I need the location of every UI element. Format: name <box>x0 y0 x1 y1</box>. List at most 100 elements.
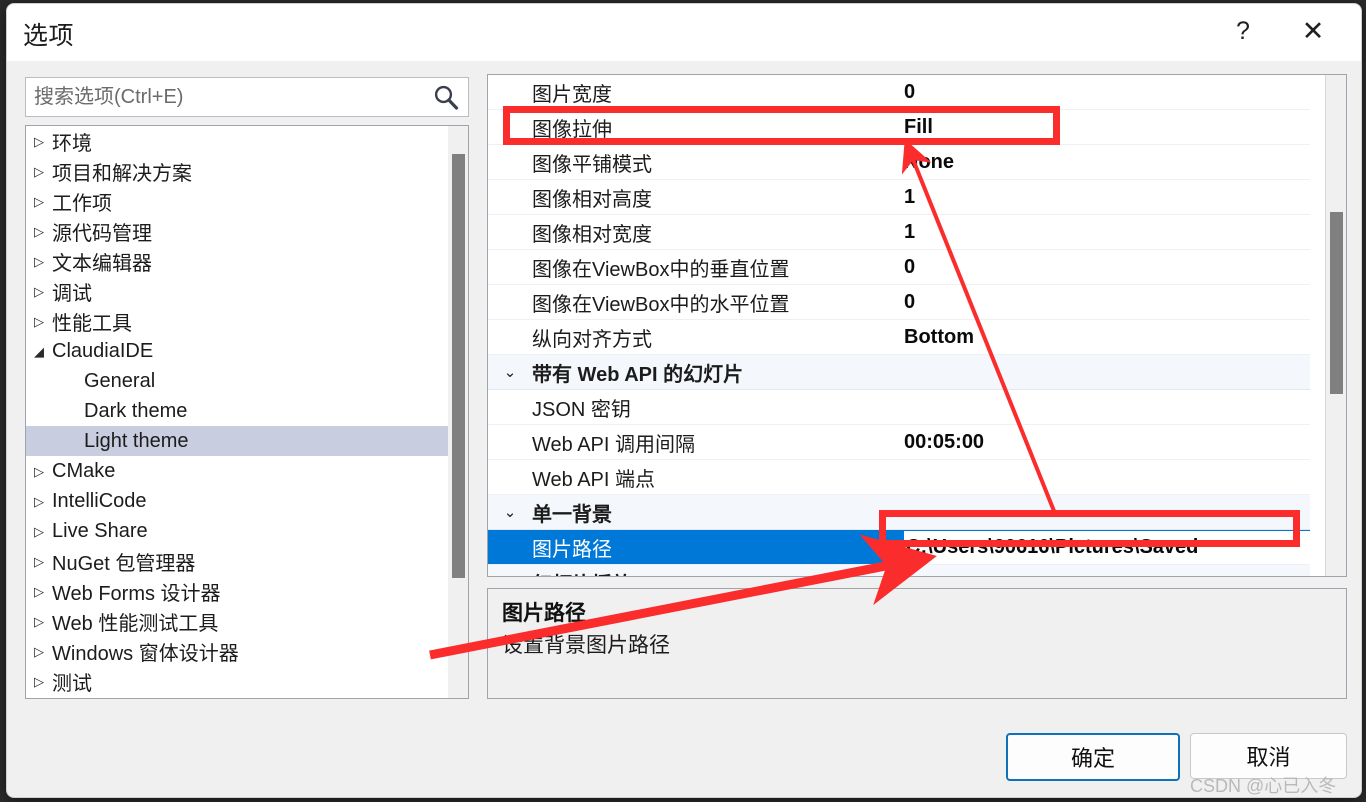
tree-item[interactable]: ▷ NuGet 包管理器 <box>26 546 448 576</box>
tree-item[interactable]: ▷ Web Forms 设计器 <box>26 576 448 606</box>
tree-item-label: Web 性能测试工具 <box>52 612 219 635</box>
collapsed-arrow-icon[interactable]: ▷ <box>26 135 52 148</box>
tree-item-label: General <box>84 369 156 392</box>
expanded-arrow-icon[interactable]: ◢ <box>26 345 52 358</box>
tree-item-label: Dark theme <box>84 399 188 422</box>
property-category-row[interactable]: ⌄ 带有 Web API 的幻灯片 <box>488 355 1310 390</box>
tree-item[interactable]: ▷ 测试 <box>26 666 448 696</box>
collapsed-arrow-icon[interactable]: ▷ <box>26 165 52 178</box>
collapsed-arrow-icon[interactable]: ▷ <box>26 465 52 478</box>
property-grid-rows: 图片宽度 0 图像拉伸 Fill 图像平铺模式 None 图像相对高度 1 图像相对宽度 1 图像在… <box>488 75 1310 576</box>
tree-item[interactable]: ▷ 源代码管理 <box>26 216 448 246</box>
property-name: 图像平铺模式 <box>532 153 652 176</box>
close-icon[interactable]: ✕ <box>1285 4 1341 58</box>
collapsed-arrow-icon[interactable]: ▷ <box>26 645 52 658</box>
chevron-down-icon[interactable]: ⌄ <box>488 355 532 389</box>
property-value: None <box>904 150 954 173</box>
property-value: 0 <box>904 290 916 313</box>
tree-item[interactable]: ◢ ClaudiaIDE <box>26 336 448 366</box>
chevron-down-icon[interactable]: ⌄ <box>488 565 532 576</box>
tree-item[interactable]: General <box>26 366 448 396</box>
tree-item-label: IntelliCode <box>52 489 147 512</box>
collapsed-arrow-icon[interactable]: ▷ <box>26 285 52 298</box>
ok-button[interactable]: 确定 <box>1006 733 1180 781</box>
property-row[interactable]: 图像相对高度 1 <box>488 180 1310 215</box>
property-row[interactable]: 图片路径 C:\Users\90616\Pictures\Saved <box>488 530 1310 565</box>
search-box[interactable] <box>25 77 469 117</box>
tree-item-label: Light theme <box>84 429 189 452</box>
property-value-input[interactable]: C:\Users\90616\Pictures\Saved <box>904 530 1310 564</box>
property-row[interactable]: JSON 密钥 <box>488 390 1310 425</box>
row-gutter <box>488 320 532 354</box>
tree-item[interactable]: ▷ Live Share <box>26 516 448 546</box>
property-row[interactable]: Web API 端点 <box>488 460 1310 495</box>
property-name: 纵向对齐方式 <box>532 328 652 351</box>
description-title: 图片路径 <box>502 602 586 625</box>
tree-item[interactable]: ▷ 工作项 <box>26 186 448 216</box>
tree-item[interactable]: ▷ 性能工具 <box>26 306 448 336</box>
tree-item[interactable]: Dark theme <box>26 396 448 426</box>
property-row[interactable]: 图像在ViewBox中的垂直位置 0 <box>488 250 1310 285</box>
options-tree[interactable]: ▷ 环境 ▷ 项目和解决方案 ▷ 工作项 ▷ 源代码管理 ▷ 文本编辑器 ▷ 调试 ▷ 性能工具 ◢ Clau… <box>25 125 469 699</box>
collapsed-arrow-icon[interactable]: ▷ <box>26 225 52 238</box>
row-gutter <box>488 285 532 319</box>
tree-scrollbar[interactable] <box>448 126 468 698</box>
dialog-title: 选项 <box>23 22 75 50</box>
property-row[interactable]: 图像相对宽度 1 <box>488 215 1310 250</box>
property-row[interactable]: 图像在ViewBox中的水平位置 0 <box>488 285 1310 320</box>
property-row[interactable]: 图像平铺模式 None <box>488 145 1310 180</box>
search-icon <box>434 85 459 110</box>
help-icon[interactable]: ? <box>1215 4 1271 58</box>
property-value: 0 <box>904 80 916 103</box>
search-input[interactable] <box>26 78 426 116</box>
tree-scrollbar-thumb[interactable] <box>452 154 465 578</box>
tree-item[interactable]: Light theme <box>26 426 448 456</box>
tree-item-label: 测试 <box>52 672 92 695</box>
tree-item[interactable]: ▷ 环境 <box>26 126 448 156</box>
row-gutter <box>488 110 532 144</box>
property-value: Bottom <box>904 325 974 348</box>
property-row[interactable]: 图像拉伸 Fill <box>488 110 1310 145</box>
tree-item[interactable]: ▷ Windows 窗体设计器 <box>26 636 448 666</box>
property-row[interactable]: 纵向对齐方式 Bottom <box>488 320 1310 355</box>
tree-item[interactable]: ▷ Web 性能测试工具 <box>26 606 448 636</box>
grid-scrollbar[interactable] <box>1325 75 1346 576</box>
collapsed-arrow-icon[interactable]: ▷ <box>26 615 52 628</box>
tree-item-label: 性能工具 <box>52 312 132 335</box>
collapsed-arrow-icon[interactable]: ▷ <box>26 255 52 268</box>
property-value: 0 <box>904 255 916 278</box>
property-category-row[interactable]: ⌄ 单一背景 <box>488 495 1310 530</box>
watermark: CSDN @心已入冬 <box>1190 776 1337 796</box>
property-row[interactable]: Web API 调用间隔 00:05:00 <box>488 425 1310 460</box>
collapsed-arrow-icon[interactable]: ▷ <box>26 675 52 688</box>
collapsed-arrow-icon[interactable]: ▷ <box>26 585 52 598</box>
collapsed-arrow-icon[interactable]: ▷ <box>26 525 52 538</box>
property-category-row[interactable]: ⌄幻灯片播放 <box>488 565 1310 576</box>
property-name: 单一背景 <box>532 503 612 526</box>
tree-item-label: 调试 <box>52 282 92 305</box>
collapsed-arrow-icon[interactable]: ▷ <box>26 555 52 568</box>
tree-item-label: 文本编辑器 <box>52 252 152 275</box>
tree-item[interactable]: ▷ IntelliCode <box>26 486 448 516</box>
tree-item[interactable]: ▷ 项目和解决方案 <box>26 156 448 186</box>
tree-item-label: ClaudiaIDE <box>52 339 154 362</box>
collapsed-arrow-icon[interactable]: ▷ <box>26 495 52 508</box>
tree-item-label: Windows 窗体设计器 <box>52 642 239 665</box>
row-gutter <box>488 530 532 564</box>
description-panel: 图片路径 设置背景图片路径 <box>487 588 1347 699</box>
tree-item-label: NuGet 包管理器 <box>52 552 196 575</box>
property-row[interactable]: 图片宽度 0 <box>488 75 1310 110</box>
tree-item-label: Web Forms 设计器 <box>52 582 221 605</box>
tree-item[interactable]: ▷ 文本编辑器 <box>26 246 448 276</box>
property-name: Web API 端点 <box>532 468 656 491</box>
screenshot-root: 选项 ? ✕ ▷环境▷项目和解决方案▷工作项▷源代码管理▷文本编辑器▷调试▷性能… <box>0 0 1366 802</box>
row-gutter <box>488 425 532 459</box>
tree-item[interactable]: ▷ CMake <box>26 456 448 486</box>
collapsed-arrow-icon[interactable]: ▷ <box>26 315 52 328</box>
row-gutter <box>488 180 532 214</box>
grid-scrollbar-thumb[interactable] <box>1330 212 1343 394</box>
property-grid[interactable]: 图片宽度 0 图像拉伸 Fill 图像平铺模式 None 图像相对高度 1 图像相对宽度 1 图像在… <box>487 74 1347 577</box>
chevron-down-icon[interactable]: ⌄ <box>488 495 532 529</box>
tree-item[interactable]: ▷ 调试 <box>26 276 448 306</box>
collapsed-arrow-icon[interactable]: ▷ <box>26 195 52 208</box>
